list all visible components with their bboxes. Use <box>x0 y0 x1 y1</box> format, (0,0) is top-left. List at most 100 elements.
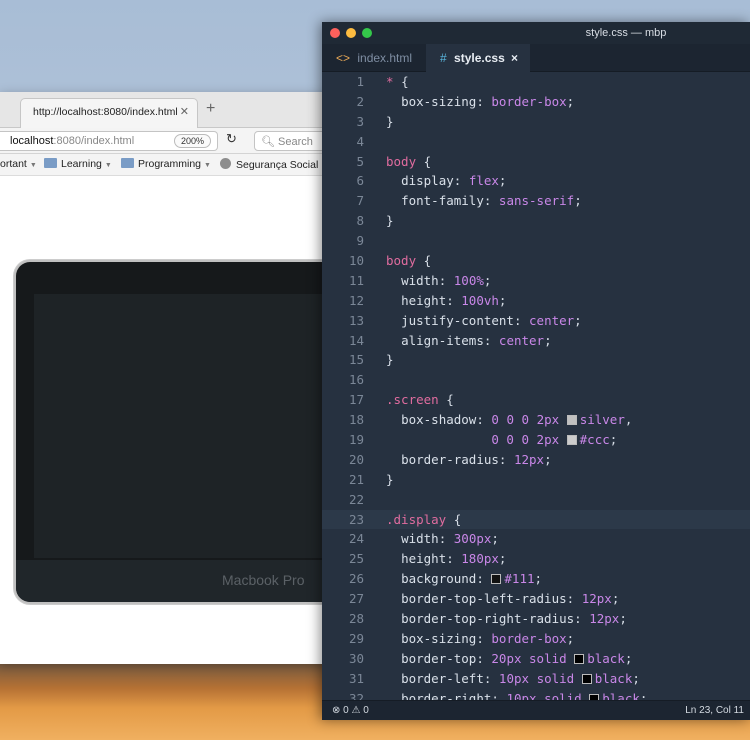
line-number: 19 <box>348 432 364 448</box>
code-editor[interactable]: 1 * {2 box-sizing: border-box; 3} 4 5 body {6… <box>322 72 750 702</box>
line-number: 31 <box>348 670 364 686</box>
line-number: 4 <box>356 133 364 149</box>
code-line[interactable]: 14 align-items: center; <box>322 331 750 351</box>
code-line[interactable]: 8} <box>322 211 750 231</box>
code-line[interactable]: 9 <box>322 231 750 251</box>
code-line[interactable]: 19 0 0 0 2px #ccc; <box>322 430 750 450</box>
folder-icon <box>121 158 134 168</box>
line-number: 3 <box>356 113 364 129</box>
folder-icon <box>44 158 57 168</box>
bookmark-folder-programming[interactable]: Programming ▼ <box>121 158 211 170</box>
tab-index-html[interactable]: <> index.html <box>322 44 426 72</box>
code-line[interactable]: 1 * { <box>322 72 750 92</box>
code-line[interactable]: 22 <box>322 490 750 510</box>
line-number: 16 <box>348 372 364 388</box>
code-line[interactable]: 10 body { <box>322 251 750 271</box>
code-text: .screen { <box>386 392 454 408</box>
line-number: 25 <box>348 551 364 567</box>
line-number: 13 <box>348 312 364 328</box>
line-number: 9 <box>356 233 364 249</box>
url-host: localhost <box>10 135 54 147</box>
code-line[interactable]: 30 border-top: 20px solid black; <box>322 649 750 669</box>
zoom-badge[interactable]: 200% <box>173 134 211 148</box>
editor-title-bar: style.css — mbp <box>322 22 750 44</box>
code-text: * { <box>386 74 409 89</box>
line-number: 15 <box>348 352 364 368</box>
bookmark-label: Programming <box>138 158 202 170</box>
line-number: 14 <box>348 332 364 348</box>
code-text: box-sizing: border-box; <box>401 630 575 646</box>
window-title: style.css — mbp <box>585 27 667 39</box>
code-line[interactable]: 18 box-shadow: 0 0 0 2px silver, <box>322 410 750 430</box>
bookmark-label: Segurança Social ... <box>236 159 330 171</box>
code-line[interactable]: 25 height: 180px; <box>322 549 750 569</box>
code-text: .display { <box>386 511 462 527</box>
code-line[interactable]: 3} <box>322 112 750 132</box>
code-line[interactable]: 5 body { <box>322 152 750 172</box>
error-count: 0 <box>343 705 349 716</box>
line-number: 29 <box>348 630 364 646</box>
editor-tab-bar: <> index.html # style.css × <box>322 44 750 72</box>
code-text: body { <box>386 153 432 169</box>
tab-style-css[interactable]: # style.css × <box>426 44 530 72</box>
problems-indicator[interactable]: ⊗ 0 ⚠ 0 <box>332 705 369 716</box>
code-text: border-top-left-radius: 12px; <box>401 591 620 607</box>
line-number: 17 <box>348 392 364 408</box>
color-swatch <box>491 574 502 585</box>
line-number: 23 <box>348 511 364 527</box>
code-line[interactable]: 31 border-left: 10px solid black; <box>322 669 750 689</box>
warning-count: 0 <box>363 705 369 716</box>
code-line[interactable]: 29 box-sizing: border-box; <box>322 629 750 649</box>
url-path: :8080/index.html <box>53 135 135 147</box>
search-icon: 🔍︎ <box>261 136 275 148</box>
code-text: } <box>386 113 394 129</box>
close-icon[interactable]: × <box>511 51 518 65</box>
code-text: } <box>386 352 394 368</box>
code-line[interactable]: 21} <box>322 470 750 490</box>
code-text: } <box>386 471 394 487</box>
code-line[interactable]: 20 border-radius: 12px; <box>322 450 750 470</box>
code-text: box-sizing: border-box; <box>401 93 575 109</box>
line-number: 27 <box>348 591 364 607</box>
code-line[interactable]: 13 justify-content: center; <box>322 311 750 331</box>
reload-icon[interactable]: ↻ <box>226 131 237 147</box>
code-line[interactable]: 4 <box>322 132 750 152</box>
code-line[interactable]: 12 height: 100vh; <box>322 291 750 311</box>
error-icon: ⊗ <box>332 705 341 716</box>
url-field[interactable]: localhost:8080/index.html 200% <box>0 131 218 151</box>
line-number: 8 <box>356 213 364 229</box>
code-line[interactable]: 26 background: #111; <box>322 569 750 589</box>
code-text: border-radius: 12px; <box>401 451 552 467</box>
code-line[interactable]: 15} <box>322 350 750 370</box>
bookmark-seguranca-social[interactable]: Segurança Social ... <box>220 158 330 171</box>
line-number: 11 <box>348 272 364 288</box>
cursor-position[interactable]: Ln 23, Col 11 <box>685 705 744 716</box>
code-line[interactable]: 24 width: 300px; <box>322 529 750 549</box>
code-line[interactable]: 6 display: flex; <box>322 171 750 191</box>
tab-label: index.html <box>357 51 413 65</box>
code-line[interactable]: 16 <box>322 370 750 390</box>
code-line[interactable]: 17 .screen { <box>322 390 750 410</box>
bookmarks-bar: ortant ▼ Learning ▼ Programming ▼ Segurança… <box>0 154 330 176</box>
code-line[interactable]: 11 width: 100%; <box>322 271 750 291</box>
warning-icon: ⚠ <box>351 705 361 716</box>
new-tab-icon[interactable]: + <box>206 100 215 118</box>
line-number: 26 <box>348 571 364 587</box>
code-line[interactable]: 27 border-top-left-radius: 12px; <box>322 589 750 609</box>
line-number: 18 <box>348 412 364 428</box>
code-text: display: flex; <box>401 173 507 189</box>
close-icon[interactable]: ✕ <box>180 105 189 118</box>
macbook-chin: Macbook Pro <box>16 560 346 602</box>
bookmark-label: Learning <box>61 158 102 170</box>
line-number: 10 <box>348 253 364 269</box>
browser-tab-bar: http://localhost:8080/index.html ✕ + <box>0 92 330 128</box>
bookmark-folder[interactable]: ortant ▼ <box>0 158 37 170</box>
code-line[interactable]: 7 font-family: sans-serif; <box>322 191 750 211</box>
code-line[interactable]: 23 .display { <box>322 509 750 530</box>
code-line[interactable]: 2 box-sizing: border-box; <box>322 92 750 112</box>
browser-tab[interactable]: http://localhost:8080/index.html ✕ <box>20 98 198 128</box>
code-line[interactable]: 28 border-top-right-radius: 12px; <box>322 609 750 629</box>
status-bar: ⊗ 0 ⚠ 0 Ln 23, Col 11 <box>322 700 750 720</box>
bookmark-folder-learning[interactable]: Learning ▼ <box>44 158 112 170</box>
macbook-screen <box>34 294 346 558</box>
